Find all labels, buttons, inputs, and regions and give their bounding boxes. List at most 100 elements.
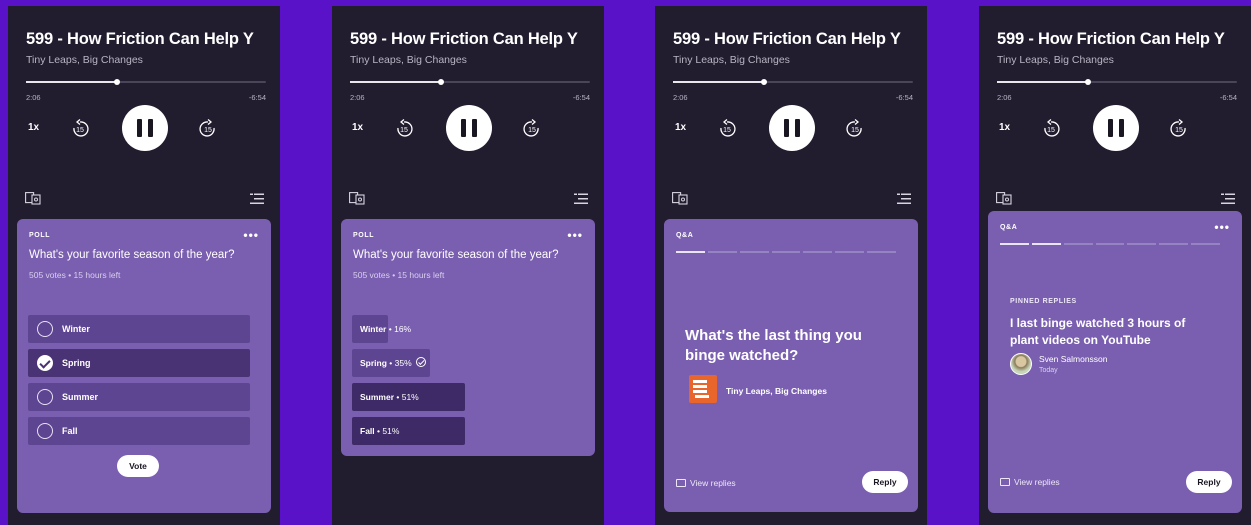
skip-back-15-icon[interactable]: 15: [717, 119, 739, 137]
skip-back-15-icon[interactable]: 15: [1041, 119, 1063, 137]
pause-icon-left: [461, 119, 466, 137]
reply-button[interactable]: Reply: [862, 471, 908, 493]
progress-fill: [997, 81, 1089, 83]
skip-forward-15-icon[interactable]: 15: [196, 119, 218, 137]
show-name[interactable]: Tiny Leaps, Big Changes: [26, 54, 143, 66]
view-replies-link[interactable]: View replies: [676, 478, 736, 488]
radio-icon: [37, 423, 53, 439]
story-segment: [1127, 243, 1157, 245]
show-name[interactable]: Tiny Leaps, Big Changes: [997, 54, 1114, 66]
phone-screen-qa-replies: 599 - How Friction Can Help Y Tiny Leaps…: [979, 6, 1251, 525]
story-progress: [1000, 243, 1221, 245]
reply-author[interactable]: Sven Salmonsson: [1039, 354, 1108, 364]
result-percent: • 16%: [388, 324, 412, 334]
poll-option-winter[interactable]: Winter: [28, 315, 250, 343]
more-options-icon[interactable]: •••: [243, 228, 259, 242]
story-segment: [1095, 243, 1125, 245]
poll-meta: 505 votes • 15 hours left: [29, 270, 121, 280]
pause-button[interactable]: [446, 105, 492, 151]
skip-forward-15-icon[interactable]: 15: [843, 119, 865, 137]
progress-slider[interactable]: [997, 79, 1237, 85]
qa-replies-card: Q&A ••• PINNED REPLIES I last binge watc…: [988, 211, 1242, 513]
poll-results-card: POLL ••• What's your favorite season of …: [341, 219, 595, 456]
skip-back-seconds: 15: [723, 127, 731, 134]
comment-icon: [1000, 478, 1010, 486]
connect-device-icon[interactable]: [25, 192, 41, 205]
more-options-icon[interactable]: •••: [567, 228, 583, 242]
more-options-icon[interactable]: •••: [1214, 220, 1230, 234]
view-replies-link[interactable]: View replies: [1000, 477, 1060, 487]
connect-device-icon[interactable]: [672, 192, 688, 205]
playback-speed-button[interactable]: 1x: [352, 122, 363, 133]
story-segment: [835, 251, 865, 253]
skip-forward-seconds: 15: [851, 127, 859, 134]
story-segment: [1191, 243, 1221, 245]
podcast-cover-image: [689, 375, 717, 403]
progress-slider[interactable]: [350, 79, 590, 85]
poll-question: What's your favorite season of the year?: [353, 249, 559, 261]
pause-button[interactable]: [1093, 105, 1139, 151]
connect-device-icon[interactable]: [996, 192, 1012, 205]
show-name[interactable]: Tiny Leaps, Big Changes: [350, 54, 467, 66]
story-segment: [1159, 243, 1189, 245]
avatar[interactable]: [1010, 353, 1032, 375]
poll-label: POLL: [29, 232, 51, 239]
progress-knob[interactable]: [114, 79, 121, 85]
progress-knob[interactable]: [438, 79, 445, 85]
skip-forward-seconds: 15: [204, 127, 212, 134]
qa-card: Q&A What's the last thing you binge watc…: [664, 219, 918, 512]
connect-device-icon[interactable]: [349, 192, 365, 205]
poll-result-winter: Winter • 16%: [352, 315, 411, 343]
reply-button[interactable]: Reply: [1186, 471, 1232, 493]
playback-speed-button[interactable]: 1x: [28, 122, 39, 133]
poll-meta: 505 votes • 15 hours left: [353, 270, 445, 280]
comment-icon: [676, 479, 686, 487]
progress-knob[interactable]: [761, 79, 768, 85]
show-name[interactable]: Tiny Leaps, Big Changes: [673, 54, 790, 66]
elapsed-time: 2:06: [26, 93, 41, 102]
queue-icon[interactable]: [897, 193, 911, 205]
skip-forward-15-icon[interactable]: 15: [520, 119, 542, 137]
elapsed-time: 2:06: [673, 93, 688, 102]
episode-title: 599 - How Friction Can Help Y: [997, 30, 1225, 48]
playback-speed-button[interactable]: 1x: [999, 122, 1010, 133]
pinned-reply-text: I last binge watched 3 hours of plant vi…: [1010, 316, 1186, 347]
story-segment: [803, 251, 833, 253]
poll-option-label: Winter: [62, 324, 90, 334]
progress-slider[interactable]: [26, 79, 266, 85]
vote-button[interactable]: Vote: [117, 455, 159, 477]
poll-label: POLL: [353, 232, 375, 239]
result-percent: • 35%: [389, 358, 412, 368]
episode-title: 599 - How Friction Can Help Y: [26, 30, 254, 48]
playback-speed-button[interactable]: 1x: [675, 122, 686, 133]
progress-knob[interactable]: [1085, 79, 1092, 85]
skip-back-15-icon[interactable]: 15: [394, 119, 416, 137]
view-replies-label: View replies: [1014, 477, 1060, 487]
queue-icon[interactable]: [1221, 193, 1235, 205]
story-segment: [1063, 243, 1093, 245]
poll-option-fall[interactable]: Fall: [28, 417, 250, 445]
episode-title: 599 - How Friction Can Help Y: [673, 30, 901, 48]
result-label: Spring: [360, 358, 387, 368]
progress-fill: [350, 81, 442, 83]
pause-icon-left: [784, 119, 789, 137]
poll-option-spring[interactable]: Spring: [28, 349, 250, 377]
qa-show-name[interactable]: Tiny Leaps, Big Changes: [726, 386, 827, 396]
queue-icon[interactable]: [250, 193, 264, 205]
skip-forward-15-icon[interactable]: 15: [1167, 119, 1189, 137]
poll-card: POLL ••• What's your favorite season of …: [17, 219, 271, 513]
qa-label: Q&A: [1000, 224, 1018, 231]
poll-option-summer[interactable]: Summer: [28, 383, 250, 411]
skip-back-seconds: 15: [400, 127, 408, 134]
pause-button[interactable]: [122, 105, 168, 151]
queue-icon[interactable]: [574, 193, 588, 205]
remaining-time: -6:54: [248, 93, 266, 102]
pause-button[interactable]: [769, 105, 815, 151]
result-percent: • 51%: [377, 426, 400, 436]
poll-result-summer: Summer • 51%: [352, 383, 465, 411]
elapsed-time: 2:06: [350, 93, 365, 102]
skip-back-15-icon[interactable]: 15: [70, 119, 92, 137]
result-label: Summer: [360, 392, 395, 402]
pinned-replies-label: PINNED REPLIES: [1010, 298, 1077, 305]
progress-slider[interactable]: [673, 79, 913, 85]
